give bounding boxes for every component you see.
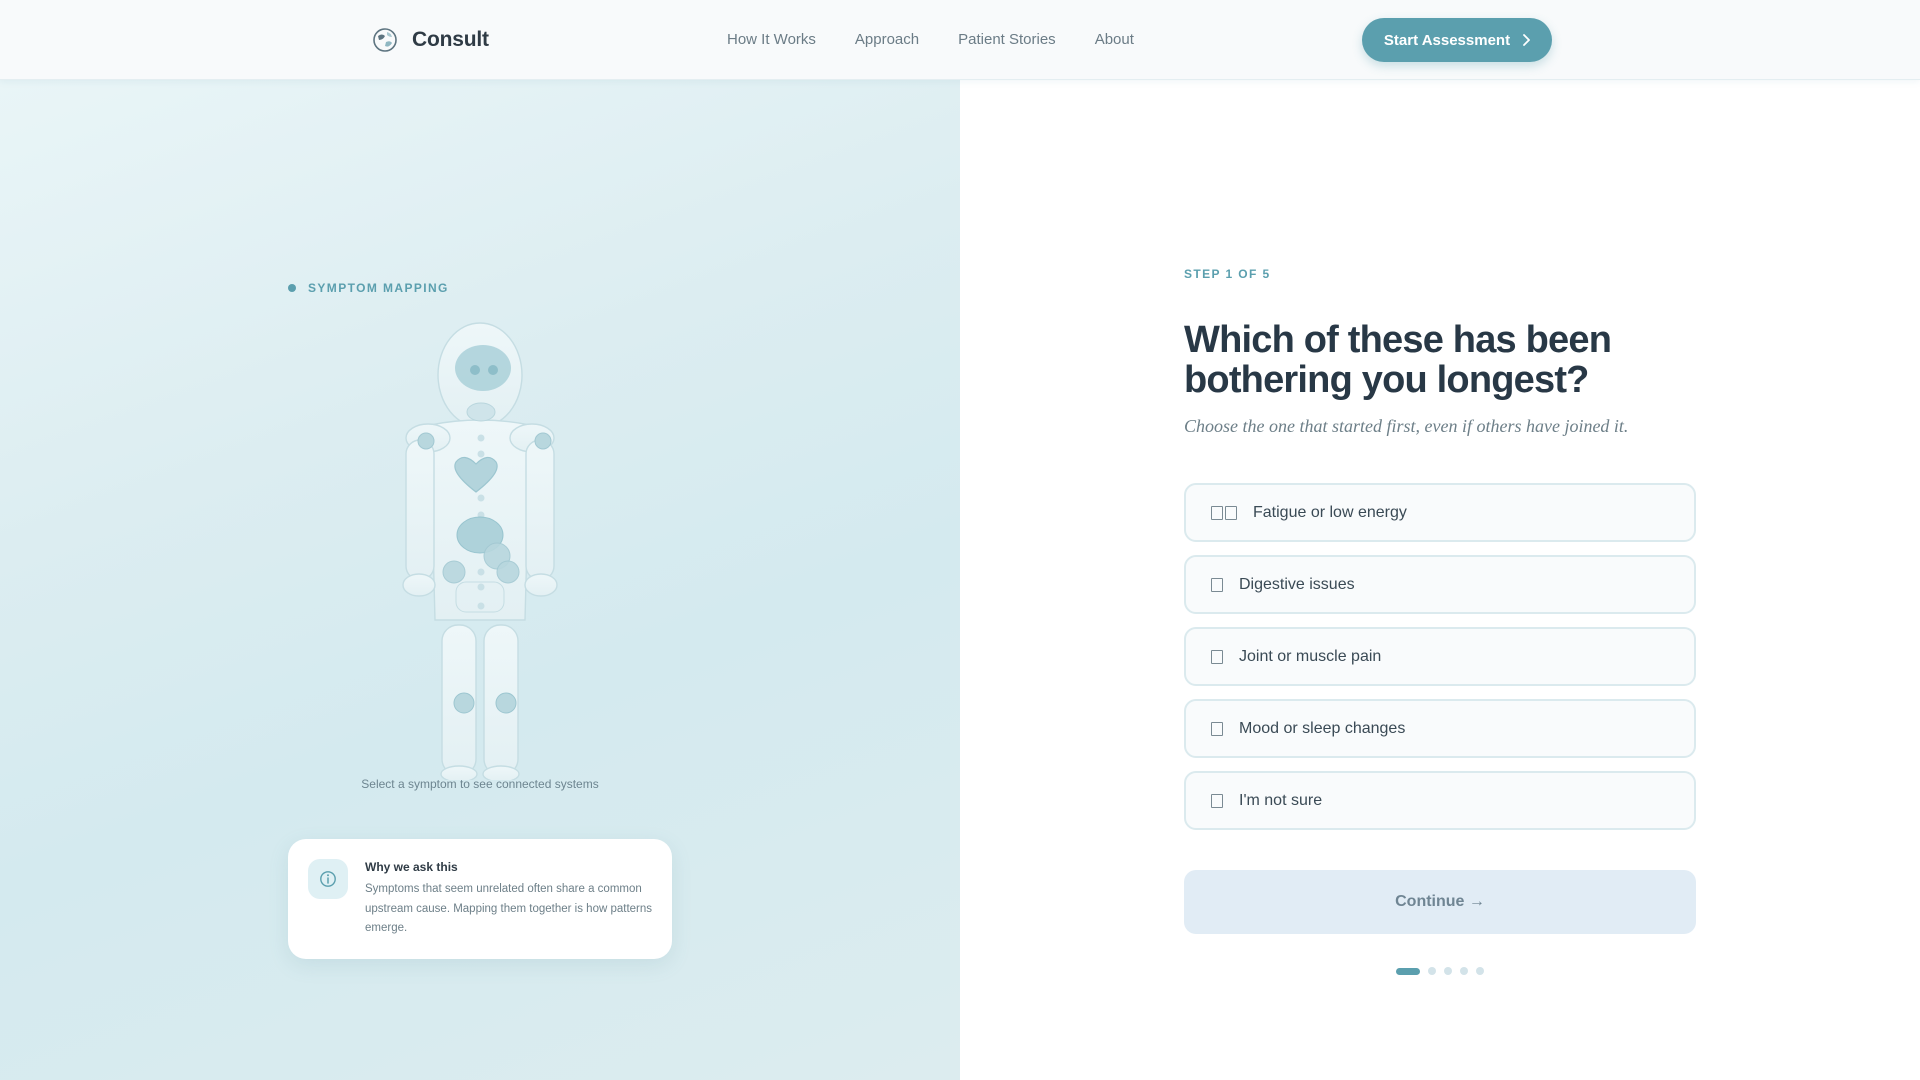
symptom-mapping-panel: SYMPTOM MAPPING Select a symptom to see … <box>0 80 960 1080</box>
left-gut-marker[interactable] <box>442 560 466 584</box>
section-tag-label: SYMPTOM MAPPING <box>308 281 449 295</box>
option-label: I'm not sure <box>1239 791 1323 809</box>
option-mood-sleep[interactable]: Mood or sleep changes <box>1184 699 1696 758</box>
brand-logo[interactable]: Consult <box>372 27 489 53</box>
option-label: Fatigue or low energy <box>1253 503 1407 521</box>
question-heading: Which of these has been bothering you lo… <box>1184 319 1612 401</box>
assessment-panel: STEP 1 OF 5 Which of these has been both… <box>960 80 1920 1080</box>
progress-dot-3 <box>1444 967 1452 975</box>
figure-caption: Select a symptom to see connected system… <box>361 777 599 791</box>
right-knee-marker[interactable] <box>495 692 517 714</box>
nav-how-it-works[interactable]: How It Works <box>727 31 816 48</box>
option-fatigue[interactable]: Fatigue or low energy <box>1184 483 1696 542</box>
right-shoulder-marker[interactable] <box>534 432 552 450</box>
square-icon <box>1211 577 1225 592</box>
progress-dots <box>1396 967 1492 975</box>
option-not-sure[interactable]: I'm not sure <box>1184 771 1696 830</box>
progress-dot-2 <box>1428 967 1436 975</box>
progress-dot-4 <box>1460 967 1468 975</box>
left-shoulder-marker[interactable] <box>417 432 435 450</box>
info-icon <box>308 859 348 899</box>
logo-globe-icon <box>373 28 397 52</box>
nav-approach[interactable]: Approach <box>855 31 919 48</box>
nav-about[interactable]: About <box>1095 31 1134 48</box>
body-map-figure[interactable] <box>380 320 580 780</box>
info-card-title: Why we ask this <box>365 860 458 874</box>
brain-marker[interactable] <box>455 345 511 391</box>
double-square-icon <box>1211 505 1239 520</box>
square-icon <box>1211 793 1225 808</box>
option-label: Digestive issues <box>1239 575 1355 593</box>
continue-button[interactable]: Continue → <box>1184 870 1696 934</box>
chevron-right-icon <box>1523 34 1530 46</box>
square-icon <box>1211 649 1225 664</box>
progress-dot-1 <box>1396 967 1420 975</box>
answer-options: Fatigue or low energy Digestive issues J… <box>1184 483 1696 843</box>
top-navigation-bar: Consult How It Works Approach Patient St… <box>0 0 1920 80</box>
main-nav: How It Works Approach Patient Stories Ab… <box>727 31 1173 48</box>
right-gut-marker[interactable] <box>496 560 520 584</box>
nav-patient-stories[interactable]: Patient Stories <box>958 31 1056 48</box>
info-card-body: Symptoms that seem unrelated often share… <box>365 883 653 934</box>
brand-name: Consult <box>412 28 489 51</box>
step-indicator: STEP 1 OF 5 <box>1184 267 1271 281</box>
option-digestive[interactable]: Digestive issues <box>1184 555 1696 614</box>
tag-dot-icon <box>288 284 296 292</box>
why-we-ask-card: Why we ask this Symptoms that seem unrel… <box>288 839 672 959</box>
square-icon <box>1211 721 1225 736</box>
option-label: Joint or muscle pain <box>1239 647 1382 665</box>
left-knee-marker[interactable] <box>453 692 475 714</box>
start-assessment-label: Start Assessment <box>1383 31 1511 49</box>
start-assessment-button[interactable]: Start Assessment <box>1362 18 1552 62</box>
throat-marker[interactable] <box>466 402 496 422</box>
progress-dot-5 <box>1476 967 1484 975</box>
question-subtitle: Choose the one that started first, even … <box>1184 416 1629 436</box>
section-tag: SYMPTOM MAPPING <box>288 281 449 295</box>
option-label: Mood or sleep changes <box>1239 719 1406 737</box>
option-joint-pain[interactable]: Joint or muscle pain <box>1184 627 1696 686</box>
